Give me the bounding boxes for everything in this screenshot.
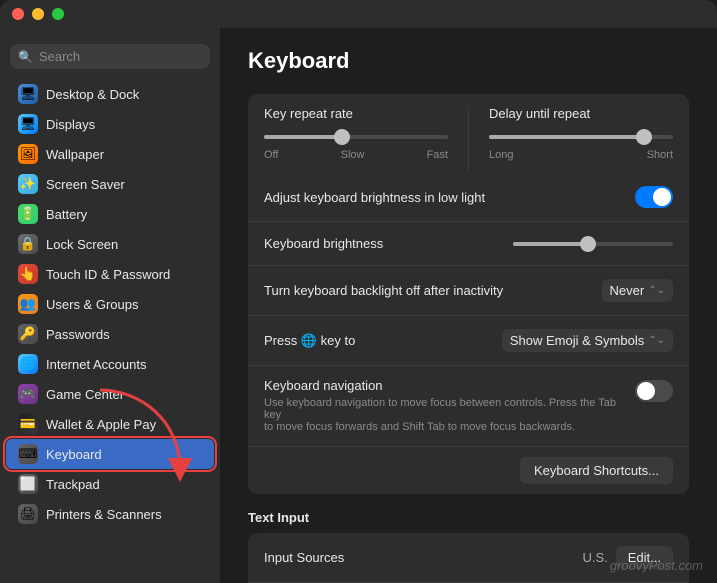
input-sources-value: U.S. — [582, 550, 607, 565]
key-repeat-fast: Fast — [427, 149, 448, 161]
key-repeat-label: Key repeat rate — [264, 106, 448, 121]
sidebar-item-passwords[interactable]: 🔑 Passwords — [6, 319, 214, 349]
desktop-dock-icon: 🖥 — [18, 84, 38, 104]
delay-long: Long — [489, 149, 513, 161]
globe-key-dropdown[interactable]: Show Emoji & Symbols ⌃⌄ — [502, 329, 673, 352]
adjust-brightness-label: Adjust keyboard brightness in low light — [264, 190, 635, 205]
sidebar-item-internet-accounts[interactable]: 🌐 Internet Accounts — [6, 349, 214, 379]
key-repeat-off: Off — [264, 149, 278, 161]
sidebar-item-keyboard[interactable]: ⌨ Keyboard — [6, 439, 214, 469]
sidebar-label-battery: Battery — [46, 207, 87, 222]
search-container: 🔍 Search — [0, 38, 220, 79]
sidebar-item-users-groups[interactable]: 👥 Users & Groups — [6, 289, 214, 319]
sidebar-label-lock-screen: Lock Screen — [46, 237, 118, 252]
sidebar-label-screen-saver: Screen Saver — [46, 177, 125, 192]
key-repeat-section: Key repeat rate Off Slow Fast — [248, 94, 689, 494]
game-center-icon: 🎮 — [18, 384, 38, 404]
printers-icon: 🖨 — [18, 504, 38, 524]
sidebar-item-trackpad[interactable]: ⬜ Trackpad — [6, 469, 214, 499]
sidebar-item-wallet[interactable]: 💳 Wallet & Apple Pay — [6, 409, 214, 439]
keyboard-nav-label: Keyboard navigation — [264, 378, 635, 393]
screen-saver-icon: ✨ — [18, 174, 38, 194]
keyboard-brightness-slider[interactable] — [513, 242, 673, 246]
passwords-icon: 🔑 — [18, 324, 38, 344]
shortcuts-btn-row: Keyboard Shortcuts... — [248, 447, 689, 494]
sidebar-item-displays[interactable]: 🖥 Displays — [6, 109, 214, 139]
sidebar-item-wallpaper[interactable]: 🖼 Wallpaper — [6, 139, 214, 169]
keyboard-brightness-row: Keyboard brightness — [248, 222, 689, 266]
sidebar-item-desktop-dock[interactable]: 🖥 Desktop & Dock — [6, 79, 214, 109]
globe-dropdown-chevron: ⌃⌄ — [648, 335, 665, 346]
key-repeat-slow: Slow — [341, 149, 365, 161]
sidebar: 🔍 Search 🖥 Desktop & Dock 🖥 Displays 🖼 W… — [0, 28, 220, 583]
search-icon: 🔍 — [18, 50, 33, 64]
users-groups-icon: 👥 — [18, 294, 38, 314]
sidebar-label-printers: Printers & Scanners — [46, 507, 162, 522]
globe-key-row: Press 🌐 key to Show Emoji & Symbols ⌃⌄ — [248, 316, 689, 366]
toggle-knob — [653, 188, 671, 206]
adjust-brightness-row: Adjust keyboard brightness in low light — [248, 173, 689, 222]
internet-accounts-icon: 🌐 — [18, 354, 38, 374]
page-title: Keyboard — [248, 48, 689, 74]
keyboard-shortcuts-button[interactable]: Keyboard Shortcuts... — [520, 457, 673, 484]
backlight-row: Turn keyboard backlight off after inacti… — [248, 266, 689, 316]
app-container: 🔍 Search 🖥 Desktop & Dock 🖥 Displays 🖼 W… — [0, 0, 717, 583]
trackpad-icon: ⬜ — [18, 474, 38, 494]
sidebar-label-keyboard: Keyboard — [46, 447, 102, 462]
sidebar-label-users-groups: Users & Groups — [46, 297, 138, 312]
sidebar-label-desktop-dock: Desktop & Dock — [46, 87, 139, 102]
key-repeat-slider[interactable] — [264, 129, 448, 145]
wallet-icon: 💳 — [18, 414, 38, 434]
backlight-label: Turn keyboard backlight off after inacti… — [264, 283, 602, 298]
title-bar — [0, 0, 717, 28]
sidebar-item-battery[interactable]: 🔋 Battery — [6, 199, 214, 229]
sidebar-label-game-center: Game Center — [46, 387, 124, 402]
sidebar-item-lock-screen[interactable]: 🔒 Lock Screen — [6, 229, 214, 259]
sidebar-label-trackpad: Trackpad — [46, 477, 100, 492]
keyboard-nav-toggle[interactable] — [635, 380, 673, 402]
sidebar-label-displays: Displays — [46, 117, 95, 132]
minimize-button[interactable] — [32, 8, 44, 20]
delay-short: Short — [647, 149, 673, 161]
maximize-button[interactable] — [52, 8, 64, 20]
keyboard-nav-row: Keyboard navigation Use keyboard navigat… — [248, 366, 689, 447]
sidebar-label-wallpaper: Wallpaper — [46, 147, 104, 162]
sidebar-item-game-center[interactable]: 🎮 Game Center — [6, 379, 214, 409]
globe-key-value: Show Emoji & Symbols — [510, 333, 644, 348]
nav-toggle-knob — [637, 382, 655, 400]
keyboard-brightness-label: Keyboard brightness — [264, 236, 513, 251]
text-input-heading: Text Input — [248, 510, 689, 525]
battery-icon: 🔋 — [18, 204, 38, 224]
search-placeholder: Search — [39, 49, 80, 64]
keyboard-nav-sublabel: Use keyboard navigation to move focus be… — [264, 397, 635, 433]
backlight-value: Never — [610, 283, 645, 298]
sidebar-label-internet-accounts: Internet Accounts — [46, 357, 146, 372]
wallpaper-icon: 🖼 — [18, 144, 38, 164]
delay-slider[interactable] — [489, 129, 673, 145]
sidebar-label-passwords: Passwords — [46, 327, 110, 342]
delay-repeat-label: Delay until repeat — [489, 106, 673, 121]
lock-screen-icon: 🔒 — [18, 234, 38, 254]
sidebar-item-touch-id[interactable]: 👆 Touch ID & Password — [6, 259, 214, 289]
main-content: Keyboard Key repeat rate Off Slow — [220, 28, 717, 583]
sidebar-item-screen-saver[interactable]: ✨ Screen Saver — [6, 169, 214, 199]
watermark: groovyPost.com — [610, 558, 703, 573]
globe-key-label: Press 🌐 key to — [264, 333, 502, 349]
backlight-dropdown[interactable]: Never ⌃⌄ — [602, 279, 673, 302]
input-sources-label: Input Sources — [264, 550, 582, 565]
search-box[interactable]: 🔍 Search — [10, 44, 210, 69]
close-button[interactable] — [12, 8, 24, 20]
touch-id-icon: 👆 — [18, 264, 38, 284]
sidebar-item-printers[interactable]: 🖨 Printers & Scanners — [6, 499, 214, 529]
adjust-brightness-toggle[interactable] — [635, 186, 673, 208]
keyboard-icon: ⌨ — [18, 444, 38, 464]
sidebar-label-wallet: Wallet & Apple Pay — [46, 417, 156, 432]
displays-icon: 🖥 — [18, 114, 38, 134]
sidebar-label-touch-id: Touch ID & Password — [46, 267, 170, 282]
dropdown-chevron: ⌃⌄ — [648, 285, 665, 296]
